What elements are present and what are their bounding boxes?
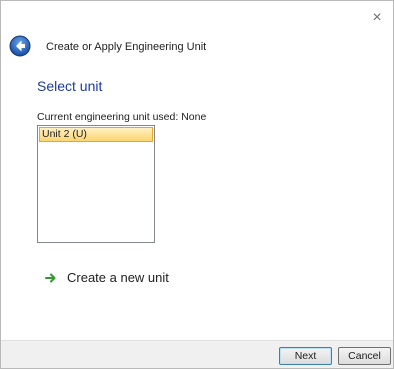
dialog-window: × Create or Apply Engineering Unit Selec…	[0, 0, 394, 369]
close-icon[interactable]: ×	[369, 10, 385, 26]
create-new-unit-label: Create a new unit	[67, 270, 169, 285]
unit-list-item-selected[interactable]: Unit 2 (U)	[39, 127, 153, 142]
button-bar: Next Cancel	[1, 340, 393, 368]
window-title: Create or Apply Engineering Unit	[46, 41, 207, 53]
page-heading: Select unit	[37, 78, 103, 94]
current-unit-label: Current engineering unit used:	[37, 111, 179, 123]
green-arrow-icon	[45, 273, 56, 282]
current-unit-line: Current engineering unit used: None	[37, 111, 206, 123]
unit-listbox[interactable]: Unit 2 (U)	[37, 125, 155, 243]
current-unit-value: None	[181, 111, 207, 123]
back-arrow-icon[interactable]	[9, 35, 31, 57]
create-new-unit-link[interactable]: Create a new unit	[45, 270, 169, 285]
next-button[interactable]: Next	[279, 347, 332, 365]
cancel-button[interactable]: Cancel	[338, 347, 391, 365]
